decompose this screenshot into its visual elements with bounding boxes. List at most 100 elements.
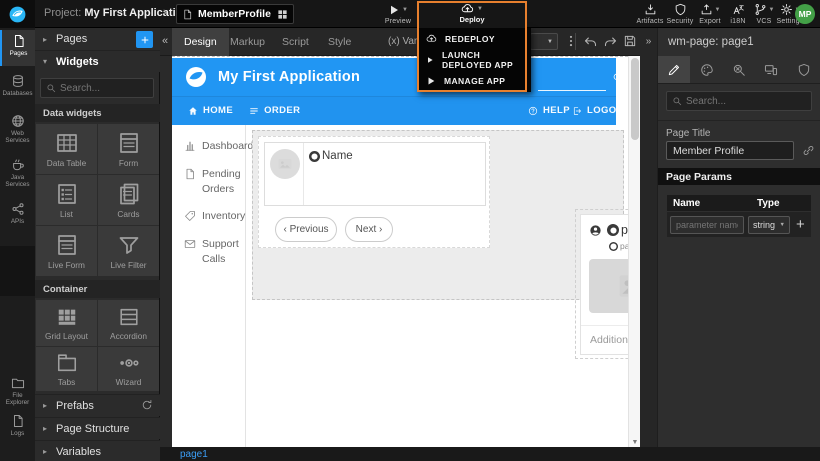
rail-item-file-explorer[interactable]: File Explorer bbox=[0, 372, 35, 406]
name-label[interactable]: Name bbox=[309, 150, 353, 162]
params-input-row: string▼ + bbox=[666, 212, 812, 238]
chevron-down-icon: ▼ bbox=[477, 6, 483, 12]
sidenav-dashboard[interactable]: Dashboard bbox=[184, 139, 242, 154]
section-pages[interactable]: ▸ Pages bbox=[35, 28, 160, 50]
widget-tile-cards[interactable]: Cards bbox=[98, 175, 159, 225]
save-icon[interactable] bbox=[623, 34, 637, 48]
widget-tile-form[interactable]: Form bbox=[98, 124, 159, 174]
canvas-toolbar-select[interactable]: ▼ bbox=[530, 33, 558, 50]
tab-events[interactable] bbox=[723, 56, 755, 83]
nav-help[interactable]: HELP bbox=[528, 105, 570, 116]
tab-markup[interactable]: Markup bbox=[218, 28, 277, 56]
canvas-scrollbar[interactable]: ▼ bbox=[628, 56, 640, 447]
logs-document-icon bbox=[11, 414, 25, 428]
refresh-icon[interactable] bbox=[141, 399, 153, 411]
sidenav-inventory[interactable]: Inventory bbox=[184, 209, 242, 224]
content-dropzone[interactable]: Name ‹ Previous Next › panel1 bbox=[252, 130, 624, 300]
deploy-button[interactable]: ▼ Deploy bbox=[417, 0, 527, 28]
parameter-type-select[interactable]: string▼ bbox=[748, 216, 790, 234]
parameter-name-input[interactable] bbox=[670, 216, 744, 234]
chevron-down-icon: ▼ bbox=[402, 7, 408, 13]
nav-logout[interactable]: LOGOUT bbox=[572, 105, 630, 116]
nav-order[interactable]: ORDER bbox=[249, 105, 300, 116]
search-icon[interactable] bbox=[612, 72, 623, 83]
property-search-input[interactable] bbox=[686, 96, 806, 107]
list-widget[interactable]: Name ‹ Previous Next › bbox=[258, 136, 490, 248]
security-shield-icon bbox=[674, 3, 687, 16]
page-tab-label: MemberProfile bbox=[198, 8, 272, 20]
grid-icon[interactable] bbox=[277, 9, 288, 20]
divider bbox=[658, 120, 820, 121]
redo-icon[interactable] bbox=[603, 34, 618, 49]
sidenav-support-calls[interactable]: Support Calls bbox=[184, 237, 242, 267]
app-logo-icon bbox=[184, 65, 208, 89]
section-widgets[interactable]: ▾ Widgets bbox=[35, 50, 160, 72]
widget-tile-live-filter[interactable]: Live Filter bbox=[98, 226, 159, 276]
rail-item-databases[interactable]: Databases bbox=[0, 70, 35, 97]
section-page-structure[interactable]: ▸ Page Structure bbox=[35, 417, 160, 439]
add-page-button[interactable] bbox=[136, 31, 153, 48]
section-prefabs[interactable]: ▸ Prefabs bbox=[35, 394, 160, 416]
rail-item-logs[interactable]: Logs bbox=[0, 410, 35, 437]
search-icon bbox=[46, 83, 56, 93]
section-variables[interactable]: ▸ Variables bbox=[35, 440, 160, 461]
form-icon bbox=[117, 131, 141, 155]
app-title: My First Application bbox=[218, 69, 360, 85]
widget-tile-live-form[interactable]: Live Form bbox=[36, 226, 97, 276]
widget-tile-tabs[interactable]: Tabs bbox=[36, 347, 97, 391]
tab-security[interactable] bbox=[788, 56, 820, 83]
file-icon bbox=[182, 9, 193, 20]
property-search[interactable] bbox=[666, 91, 812, 111]
list-item-card[interactable]: Name bbox=[264, 142, 486, 206]
header-search-input[interactable] bbox=[538, 90, 606, 91]
tab-devices[interactable] bbox=[755, 56, 787, 83]
widget-search[interactable] bbox=[40, 78, 154, 98]
rail-item-java-services[interactable]: Java Services bbox=[0, 154, 35, 188]
tab-script[interactable]: Script bbox=[270, 28, 321, 56]
cards-icon bbox=[117, 182, 141, 206]
previous-button[interactable]: ‹ Previous bbox=[275, 217, 337, 242]
widget-tile-data-table[interactable]: Data Table bbox=[36, 124, 97, 174]
rail-item-pages[interactable]: Pages bbox=[0, 30, 35, 66]
expand-panel-icon[interactable]: » bbox=[640, 36, 657, 47]
rail-item-apis[interactable]: APIs bbox=[0, 198, 35, 225]
nav-home[interactable]: HOME bbox=[188, 105, 233, 116]
undo-icon[interactable] bbox=[583, 34, 598, 49]
inspector-collapse-strip[interactable]: » bbox=[640, 28, 658, 447]
widget-tile-list[interactable]: List bbox=[36, 175, 97, 225]
sidenav-pending-orders[interactable]: Pending Orders bbox=[184, 167, 242, 197]
widget-tile-wizard[interactable]: Wizard bbox=[98, 347, 159, 391]
devices-icon bbox=[764, 63, 778, 77]
scroll-down-arrow[interactable]: ▼ bbox=[629, 439, 640, 446]
widget-search-input[interactable] bbox=[60, 83, 148, 94]
play-icon bbox=[426, 55, 434, 65]
menu-item-launch-deployed-app[interactable]: LAUNCH DEPLOYED APP bbox=[417, 49, 531, 70]
widget-tile-accordion[interactable]: Accordion bbox=[98, 300, 159, 346]
app-header[interactable]: My First Application bbox=[172, 58, 616, 96]
tab-styles[interactable] bbox=[690, 56, 722, 83]
bind-link-icon[interactable] bbox=[802, 144, 815, 157]
page-tab-memberprofile[interactable]: MemberProfile bbox=[176, 4, 294, 24]
menu-item-redeploy[interactable]: REDEPLOY bbox=[417, 28, 531, 49]
user-avatar[interactable]: MP bbox=[795, 4, 815, 24]
collapse-panel-icon[interactable]: « bbox=[162, 35, 168, 47]
preview-button[interactable]: ▼ Preview bbox=[376, 2, 420, 25]
rail-item-web-services[interactable]: Web Services bbox=[0, 110, 35, 144]
list-bars-icon bbox=[249, 106, 259, 116]
add-parameter-button[interactable]: + bbox=[794, 216, 807, 233]
tab-style[interactable]: Style bbox=[316, 28, 363, 56]
tab-properties[interactable] bbox=[658, 56, 690, 83]
project-breadcrumb[interactable]: Project: My First Application bbox=[44, 7, 189, 19]
wavemaker-logo[interactable] bbox=[0, 0, 35, 28]
scrollbar-thumb[interactable] bbox=[631, 58, 639, 140]
group-label-data-widgets: Data widgets bbox=[35, 104, 160, 122]
canvas-toolbar: « Design Markup Script Style (x) Variabl… bbox=[160, 28, 640, 56]
breadcrumb-page1[interactable]: page1 bbox=[180, 449, 208, 460]
widget-tile-grid-layout[interactable]: Grid Layout bbox=[36, 300, 97, 346]
collapsed-arrow-icon: ▸ bbox=[43, 424, 50, 433]
next-button[interactable]: Next › bbox=[345, 217, 393, 242]
menu-item-manage-app[interactable]: MANAGE APP bbox=[417, 70, 531, 91]
page-title-input[interactable] bbox=[666, 141, 794, 160]
status-bar: page1 bbox=[160, 447, 820, 461]
top-bar: Project: My First Application › MemberPr… bbox=[0, 0, 820, 28]
